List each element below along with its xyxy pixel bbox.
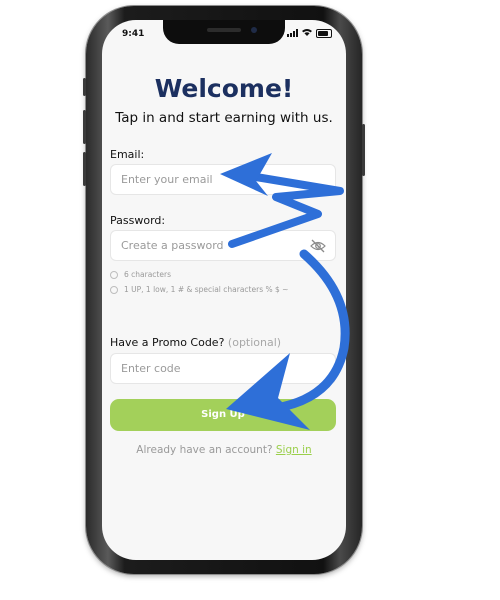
already-account-row: Already have an account? Sign in bbox=[102, 444, 346, 456]
page-title: Welcome! bbox=[154, 74, 294, 103]
battery-icon bbox=[316, 28, 332, 38]
page-subtitle: Tap in and start earning with us. bbox=[115, 110, 333, 126]
email-field[interactable]: Enter your email bbox=[110, 164, 336, 195]
wifi-icon bbox=[302, 28, 312, 38]
rule-radio-icon bbox=[110, 270, 118, 279]
password-field[interactable]: Create a password bbox=[110, 230, 336, 261]
status-time: 9:41 bbox=[122, 29, 145, 39]
rule-text: 1 UP, 1 low, 1 # & special characters % … bbox=[124, 285, 289, 294]
volume-up-button bbox=[83, 110, 86, 144]
promo-optional-text: (optional) bbox=[227, 336, 282, 349]
sign-in-link[interactable]: Sign in bbox=[276, 444, 312, 456]
rule-radio-icon bbox=[110, 285, 118, 294]
status-icons bbox=[287, 28, 332, 38]
eye-slash-icon[interactable] bbox=[310, 239, 326, 253]
already-text: Already have an account? bbox=[136, 444, 273, 456]
promo-code-field[interactable]: Enter code bbox=[110, 353, 336, 384]
speaker bbox=[207, 28, 241, 32]
notch bbox=[163, 20, 285, 44]
power-button bbox=[362, 124, 365, 176]
silent-switch bbox=[83, 78, 86, 96]
phone-frame: 9:41 Welcome! Tap in and start earning w… bbox=[83, 6, 365, 574]
signal-icon bbox=[287, 29, 298, 37]
screen: 9:41 Welcome! Tap in and start earning w… bbox=[102, 20, 346, 560]
promo-label: Have a Promo Code? (optional) bbox=[110, 336, 281, 349]
promo-placeholder: Enter code bbox=[121, 362, 181, 375]
password-label: Password: bbox=[110, 214, 166, 227]
password-rule-length: 6 characters bbox=[110, 270, 171, 279]
sign-up-button[interactable]: Sign Up bbox=[110, 399, 336, 431]
password-rule-complexity: 1 UP, 1 low, 1 # & special characters % … bbox=[110, 285, 288, 294]
volume-down-button bbox=[83, 152, 86, 186]
email-label: Email: bbox=[110, 148, 145, 161]
camera bbox=[251, 27, 257, 33]
promo-label-text: Have a Promo Code? bbox=[110, 336, 225, 349]
password-placeholder: Create a password bbox=[121, 239, 224, 252]
email-placeholder: Enter your email bbox=[121, 173, 213, 186]
rule-text: 6 characters bbox=[124, 270, 171, 279]
